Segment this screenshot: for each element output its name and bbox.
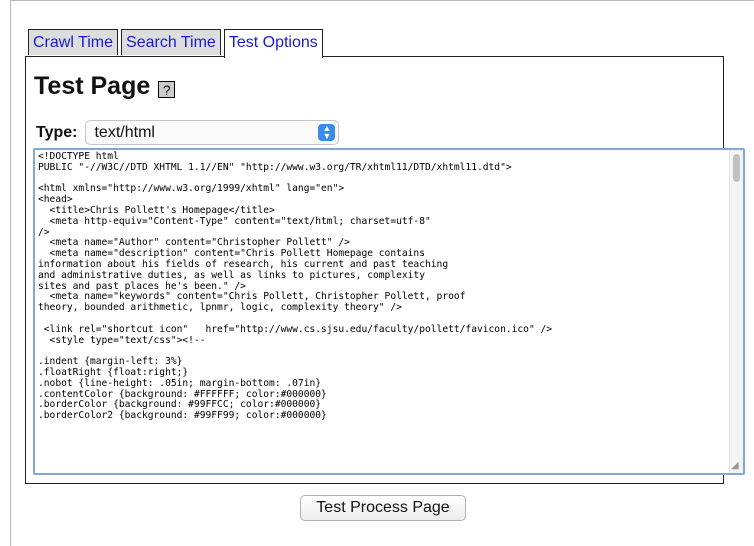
page-title-row: Test Page ? [34, 72, 176, 101]
test-process-page-button[interactable]: Test Process Page [300, 495, 466, 521]
type-select[interactable]: text/html ▲ ▼ [85, 120, 340, 145]
page-source-textarea[interactable]: <!DOCTYPE html PUBLIC "-//W3C//DTD XHTML… [33, 148, 745, 475]
tab-search-time[interactable]: Search Time [121, 29, 221, 55]
chevron-updown-icon: ▲ ▼ [318, 124, 336, 141]
page-source-text: <!DOCTYPE html PUBLIC "-//W3C//DTD XHTML… [38, 151, 553, 422]
textarea-scrollbar[interactable] [729, 150, 743, 473]
tab-crawl-time[interactable]: Crawl Time [28, 29, 119, 55]
page-title: Test Page [34, 72, 151, 100]
help-button[interactable]: ? [158, 81, 176, 98]
resize-grip-icon[interactable]: ◢ [731, 461, 741, 471]
tab-bar: Crawl Time Search Time Test Options [28, 29, 323, 58]
type-row: Type: text/html ▲ ▼ [36, 120, 340, 145]
type-label: Type: [36, 123, 78, 141]
type-select-value: text/html [94, 124, 155, 141]
tab-test-options[interactable]: Test Options [223, 29, 323, 58]
scrollbar-thumb[interactable] [733, 154, 740, 182]
